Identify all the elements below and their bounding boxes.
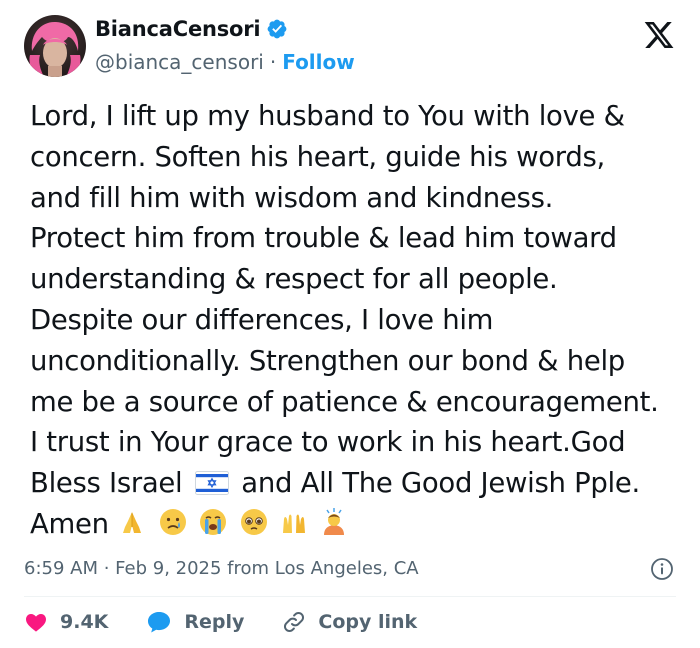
tweet-line: and fill him with wisdom and kindness. [30, 181, 554, 214]
tweet-line: Amen [30, 504, 680, 545]
avatar[interactable] [24, 15, 86, 77]
link-icon [284, 611, 305, 633]
tweet-line: I trust in Your grace to work in his hea… [30, 426, 626, 459]
timestamp-location[interactable]: 6:59 AM · Feb 9, 2025 from Los Angeles, … [24, 558, 419, 579]
x-logo-icon[interactable] [642, 19, 676, 51]
speech-bubble-icon [148, 612, 171, 633]
copy-link-button[interactable]: Copy link [282, 610, 417, 634]
folded-hands-emoji [117, 507, 147, 537]
separator: · [269, 50, 277, 74]
info-icon[interactable] [650, 557, 674, 581]
action-bar: 9.4K Reply Copy link [24, 610, 455, 634]
heart-icon [26, 614, 46, 632]
tweet-line: Lord, I lift up my husband to You with l… [30, 100, 625, 132]
like-count: 9.4K [60, 611, 109, 633]
copy-link-label: Copy link [318, 611, 418, 633]
tweet-line: me be a source of patience & encourageme… [30, 385, 659, 418]
israel-flag-emoji [194, 466, 229, 496]
author-name-row: BiancaCensori [95, 17, 288, 41]
tweet-line-segment: Amen [30, 507, 109, 540]
tweet-line: Bless Israel and All The Good Jewish Ppl… [30, 463, 680, 504]
tweet-text: Lord, I lift up my husband to You with l… [30, 96, 680, 545]
tweet-card: BiancaCensori @bianca_censori · Follow L… [0, 0, 700, 648]
tweet-line: Despite our differences, I love him [30, 303, 494, 336]
tweet-line-segment: Bless Israel [30, 467, 183, 500]
reply-label: Reply [184, 611, 245, 633]
tweet-line: Protect him from trouble & lead him towa… [30, 222, 617, 255]
raising-hands-emoji [279, 507, 309, 537]
tweet-line: understanding & respect for all people. [30, 263, 558, 296]
crying-face-emoji [158, 507, 188, 537]
verified-badge-icon [266, 18, 288, 40]
handle-row: @bianca_censori · Follow [95, 50, 355, 74]
tweet-line-segment: and All The Good Jewish Pple. [241, 467, 640, 500]
tweet-line: concern. Soften his heart, guide his wor… [30, 140, 605, 173]
reply-button[interactable]: Reply [146, 610, 244, 634]
divider [24, 596, 676, 597]
like-button[interactable]: 9.4K [24, 610, 108, 634]
display-name[interactable]: BiancaCensori [95, 17, 261, 41]
tweet-line: unconditionally. Strengthen our bond & h… [30, 344, 625, 377]
handle[interactable]: @bianca_censori [95, 50, 264, 74]
follow-button[interactable]: Follow [282, 50, 355, 74]
loudly-crying-face-emoji [198, 507, 228, 537]
person-bowing-emoji [319, 507, 349, 537]
pleading-face-emoji [239, 507, 269, 537]
